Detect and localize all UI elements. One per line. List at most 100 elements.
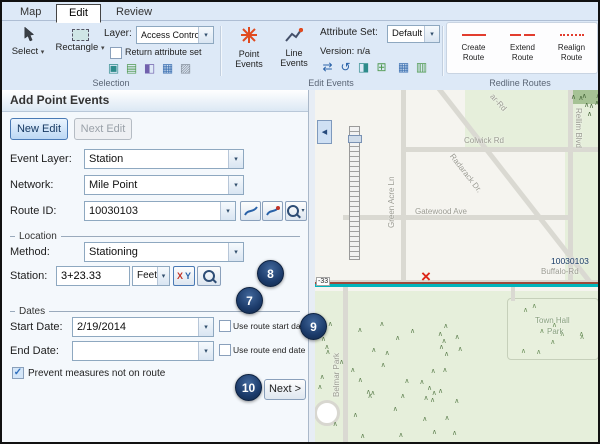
- rectangle-select-button[interactable]: Rectangle: [52, 24, 108, 70]
- callout-9: 9: [300, 313, 327, 340]
- use-route-end-date-checkbox[interactable]: [219, 344, 231, 356]
- location-section-header: Location: [10, 231, 300, 241]
- road-green-acre-ln: [401, 90, 406, 284]
- select-route-on-map-button[interactable]: [240, 201, 261, 221]
- selection-layer-select[interactable]: Access Control: [136, 26, 214, 44]
- xy-coordinates-button[interactable]: XY: [173, 266, 195, 286]
- chevron-down-icon[interactable]: [198, 27, 213, 43]
- chevron-down-icon[interactable]: [228, 176, 243, 194]
- station-locate-button[interactable]: [197, 266, 221, 286]
- app-window: Map Edit Review Select Rectangle Layer: …: [0, 0, 600, 444]
- chevron-down-icon: [41, 49, 45, 56]
- start-date-select[interactable]: 2/19/2014: [72, 317, 214, 337]
- return-attribute-set-label: Return attribute set: [125, 47, 202, 57]
- select-by-circle-icon[interactable]: [160, 61, 175, 76]
- point-events-label: Point Events: [227, 49, 271, 69]
- extend-route-button[interactable]: Extend Route: [498, 24, 547, 72]
- flash-route-button[interactable]: [262, 201, 283, 221]
- create-route-button[interactable]: Create Route: [449, 24, 498, 72]
- extend-route-label: Extend Route: [499, 43, 546, 63]
- station-label: Station:: [10, 270, 47, 282]
- locate-route-button[interactable]: [285, 201, 307, 221]
- network-value: Mile Point: [85, 176, 228, 194]
- select-by-lasso-icon[interactable]: [142, 61, 157, 76]
- select-route-icon: [244, 205, 258, 217]
- chevron-down-icon[interactable]: [220, 202, 235, 220]
- select-cursor-icon: [22, 27, 35, 45]
- street-label: Green Acre Ln: [387, 176, 396, 228]
- station-input[interactable]: [56, 266, 130, 286]
- magnifier-icon: [287, 205, 299, 217]
- point-events-button[interactable]: Point Events: [226, 24, 272, 74]
- rectangle-select-label: Rectangle: [56, 43, 105, 53]
- selection-layer-value: Access Control: [137, 27, 198, 43]
- tab-edit[interactable]: Edit: [56, 4, 101, 23]
- use-route-end-date-label: Use route end date: [233, 345, 305, 355]
- xy-icon: X: [177, 271, 183, 281]
- layer-label: Layer:: [104, 28, 132, 39]
- selected-route-highlight: [315, 284, 598, 287]
- point-event-x-marker: [421, 268, 431, 285]
- chevron-down-icon[interactable]: [157, 267, 169, 285]
- undo-icon[interactable]: [338, 60, 353, 75]
- callout-8: 8: [257, 260, 284, 287]
- chevron-down-icon[interactable]: [424, 26, 439, 42]
- split-event-icon[interactable]: [356, 60, 371, 75]
- chevron-down-icon[interactable]: [228, 243, 243, 261]
- collapse-panel-button[interactable]: [317, 120, 332, 144]
- event-layer-label: Event Layer:: [10, 153, 72, 165]
- next-edit-button[interactable]: Next Edit: [74, 118, 132, 140]
- method-select[interactable]: Stationing: [84, 242, 244, 262]
- network-select[interactable]: Mile Point: [84, 175, 244, 195]
- zoom-slider-handle[interactable]: [348, 135, 362, 143]
- next-button[interactable]: Next >: [264, 379, 306, 400]
- street-label: Gatewood Ave: [415, 207, 467, 216]
- road-colwick-rd: [401, 147, 598, 152]
- street-label: Radarack Dr.: [448, 152, 484, 194]
- group-divider: [220, 26, 221, 76]
- clear-selection-icon[interactable]: [178, 61, 193, 76]
- street-label: Rellim Blvd: [574, 108, 583, 148]
- end-date-select[interactable]: [72, 341, 214, 361]
- line-events-icon: [285, 28, 303, 46]
- prevent-measures-checkbox[interactable]: [12, 367, 24, 379]
- street-label: Colwick Rd: [464, 136, 504, 145]
- end-date-label: End Date:: [10, 345, 59, 357]
- prevent-measures-label: Prevent measures not on route: [28, 368, 165, 379]
- attribute-table-icon[interactable]: [414, 60, 429, 75]
- use-route-start-date-checkbox[interactable]: [219, 320, 231, 332]
- merge-event-icon[interactable]: [374, 60, 389, 75]
- flip-event-icon[interactable]: [320, 60, 335, 75]
- route-id-map-label: 10030103: [551, 256, 589, 266]
- attribute-set-select[interactable]: Default: [387, 25, 440, 43]
- rectangle-select-icon: [72, 29, 89, 41]
- point-events-star-icon: [240, 26, 258, 47]
- tab-review[interactable]: Review: [104, 4, 164, 20]
- chevron-down-icon[interactable]: [198, 318, 213, 336]
- chevron-down-icon[interactable]: [228, 150, 243, 168]
- station-units-select[interactable]: Feet: [132, 266, 170, 286]
- tab-map[interactable]: Map: [8, 4, 53, 20]
- callout-7: 7: [236, 287, 263, 314]
- realign-route-button[interactable]: Realign Route: [547, 24, 596, 72]
- chevron-down-icon[interactable]: [198, 342, 213, 360]
- line-events-button[interactable]: Line Events: [272, 24, 316, 74]
- park-label: Town Hall: [535, 316, 570, 325]
- return-attribute-set-checkbox[interactable]: [110, 47, 122, 59]
- new-edit-button[interactable]: New Edit: [10, 118, 68, 140]
- event-layer-select[interactable]: Station: [84, 149, 244, 169]
- select-by-polygon-icon[interactable]: [124, 61, 139, 76]
- line-events-label: Line Events: [273, 48, 315, 68]
- flash-route-icon: [266, 205, 280, 217]
- redline-routes-group-label: Redline Routes: [442, 78, 598, 88]
- route-id-value: 10030103: [85, 202, 220, 220]
- zoom-slider[interactable]: [349, 126, 360, 260]
- network-label: Network:: [10, 179, 53, 191]
- start-date-label: Start Date:: [10, 321, 63, 333]
- map-view[interactable]: ∧∧∧∧∧∧∧∧∧∧∧∧∧∧∧∧∧∧∧∧∧∧∧∧∧∧∧∧∧∧∧∧∧∧∧∧∧∧∧∧…: [315, 90, 598, 442]
- select-tool-button[interactable]: Select: [6, 24, 50, 70]
- attribute-set-value: Default: [388, 26, 424, 42]
- route-id-select[interactable]: 10030103: [84, 201, 236, 221]
- events-table-icon[interactable]: [396, 60, 411, 75]
- select-by-rectangle-icon[interactable]: [106, 61, 121, 76]
